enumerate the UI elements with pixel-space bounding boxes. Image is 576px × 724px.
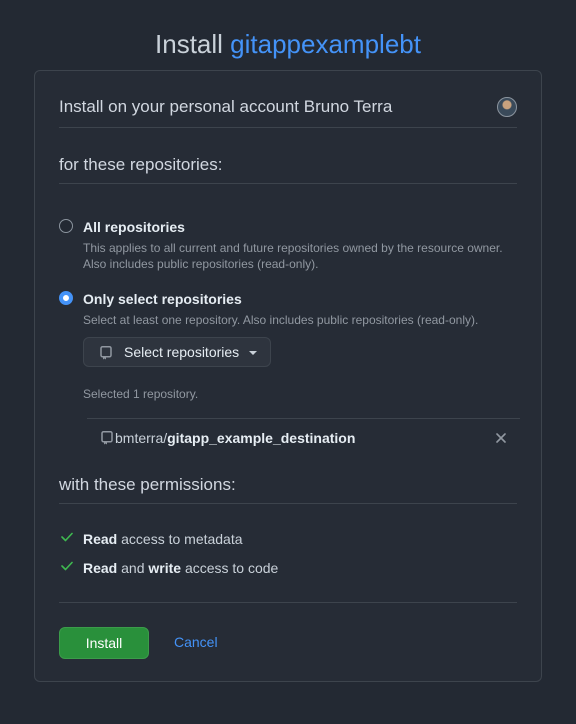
permission-scope: access to metadata [117, 531, 243, 547]
divider [59, 602, 517, 603]
select-repositories-button[interactable]: Select repositories [83, 337, 271, 367]
selected-count: Selected 1 repository. [83, 387, 199, 401]
permission-scope: access to code [181, 560, 279, 576]
repo-icon [101, 431, 113, 445]
permissions-heading: with these permissions: [59, 473, 517, 504]
repo-icon [100, 346, 112, 360]
permission-level: write [148, 560, 182, 576]
check-icon [61, 561, 73, 571]
repository-short-name: gitapp_example_destination [167, 430, 356, 446]
select-repositories-radio[interactable] [59, 291, 73, 305]
check-icon [61, 532, 73, 542]
all-repositories-option[interactable]: All repositories This applies to all cur… [59, 218, 529, 274]
install-button[interactable]: Install [59, 627, 149, 659]
selected-repository-row: bmterra/gitapp_example_destination [87, 418, 520, 458]
page-title: Install gitappexamplebt [0, 28, 576, 60]
account-row: Install on your personal account Bruno T… [59, 95, 517, 128]
select-repositories-button-label: Select repositories [124, 344, 240, 360]
all-repositories-description: This applies to all current and future r… [83, 241, 503, 271]
avatar [497, 97, 517, 117]
permission-level: Read [83, 560, 118, 576]
install-card: Install on your personal account Bruno T… [34, 70, 542, 682]
select-repositories-description: Select at least one repository. Also inc… [83, 313, 479, 327]
close-icon[interactable] [496, 433, 506, 443]
permission-text: Read access to metadata [83, 530, 243, 548]
title-prefix: Install [155, 29, 223, 60]
account-label: Install on your personal account Bruno T… [59, 97, 393, 116]
all-repositories-radio[interactable] [59, 219, 73, 233]
permissions-heading-text: with these permissions: [59, 475, 236, 494]
repositories-heading: for these repositories: [59, 153, 517, 184]
permission-level: Read [83, 531, 118, 547]
permission-conjunction: and [117, 560, 149, 576]
caret-down-icon [249, 351, 257, 355]
cancel-link[interactable]: Cancel [174, 633, 218, 651]
repository-owner: bmterra/ [115, 430, 168, 446]
select-repositories-label[interactable]: Only select repositories [83, 290, 242, 308]
repositories-heading-text: for these repositories: [59, 155, 223, 174]
all-repositories-label[interactable]: All repositories [83, 218, 185, 236]
permission-text: Read and write access to code [83, 559, 278, 577]
app-name-link[interactable]: gitappexamplebt [230, 29, 421, 59]
select-repositories-option[interactable]: Only select repositories Select at least… [59, 290, 529, 330]
repository-name: bmterra/gitapp_example_destination [115, 419, 355, 457]
